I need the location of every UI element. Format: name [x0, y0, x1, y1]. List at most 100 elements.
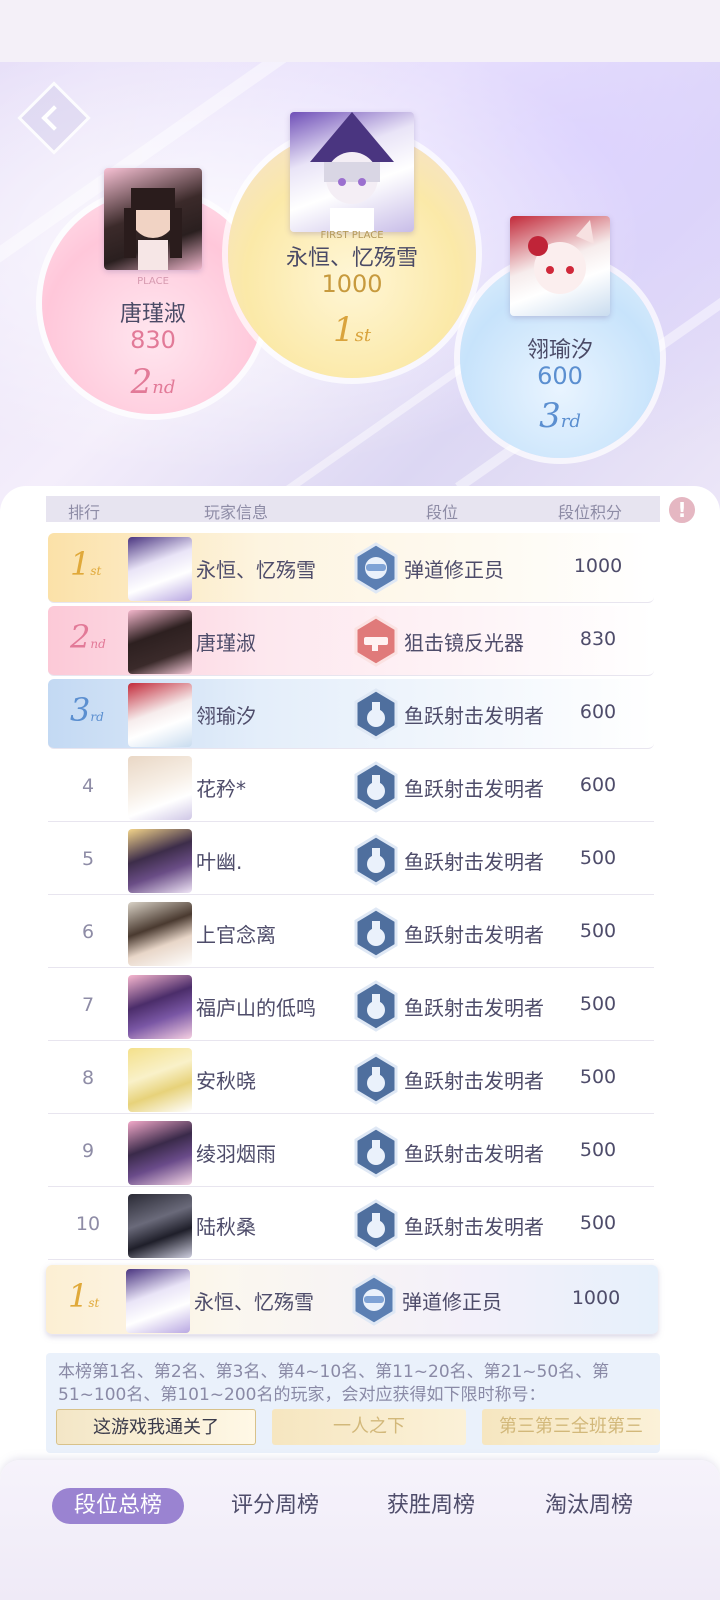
info-icon[interactable]: ! [667, 495, 697, 525]
rank-number: 7 [81, 994, 95, 1016]
table-row[interactable]: 2nd 唐瑾淑 狙击镜反光器 830 [48, 606, 654, 676]
table-row[interactable]: 1st 永恒、忆殇雪 弹道修正员 1000 [48, 533, 654, 603]
tier-flask-icon [354, 834, 398, 886]
tier-name: 鱼跃射击发明者 [404, 1142, 544, 1166]
avatar [510, 216, 610, 316]
table-row[interactable]: 6 上官念离 鱼跃射击发明者 500 [48, 898, 654, 968]
rank-medal: 3rd [70, 691, 104, 729]
row-score: 830 [579, 628, 617, 650]
tier-name: 鱼跃射击发明者 [404, 1215, 544, 1239]
header-tier: 段位 [426, 503, 459, 522]
avatar [104, 168, 202, 270]
row-score: 1000 [573, 555, 623, 577]
rank-medal: 1st [70, 545, 102, 583]
podium-name: 翎瑜汐 [526, 338, 593, 363]
avatar [128, 756, 192, 820]
tab-tier-overall[interactable]: 段位总榜 [52, 1488, 184, 1524]
player-name: 叶幽. [196, 850, 243, 874]
rank-number: 8 [81, 1067, 95, 1089]
podium-rank-badge: 2nd [130, 362, 176, 402]
tier-name: 鱼跃射击发明者 [404, 923, 544, 947]
avatar [128, 902, 192, 966]
avatar [128, 829, 192, 893]
row-score: 500 [579, 920, 617, 942]
title-badge[interactable]: 一人之下 [272, 1409, 466, 1445]
rank-number: 6 [81, 921, 95, 943]
podium-third[interactable]: 翎瑜汐 600 3rd [460, 216, 660, 458]
tier-flask-icon [354, 1199, 398, 1251]
avatar-portrait-icon [310, 112, 394, 232]
tier-flask-icon [354, 688, 398, 740]
avatar [128, 1121, 192, 1185]
player-name: 翎瑜汐 [196, 704, 256, 728]
avatar [128, 683, 192, 747]
header-rank: 排行 [68, 503, 101, 522]
tier-name: 弹道修正员 [404, 558, 504, 582]
tier-name: 狙击镜反光器 [404, 631, 524, 655]
row-score: 500 [579, 847, 617, 869]
my-rank-row[interactable]: 1st 永恒、忆殇雪 弹道修正员 1000 [46, 1265, 658, 1335]
rank-number: 10 [75, 1213, 101, 1235]
row-score: 500 [579, 1066, 617, 1088]
player-name: 唐瑾淑 [196, 631, 256, 655]
reward-notice: 本榜第1名、第2名、第3名、第4~10名、第11~20名、第21~50名、第51… [46, 1353, 660, 1453]
player-name: 永恒、忆殇雪 [194, 1290, 314, 1314]
row-score: 1000 [571, 1287, 621, 1309]
tab-eliminations-weekly[interactable]: 淘汰周榜 [524, 1488, 654, 1524]
bottom-tab-bar [0, 1460, 720, 1600]
table-row[interactable]: 8 安秋晓 鱼跃射击发明者 500 [48, 1044, 654, 1114]
tier-name: 鱼跃射击发明者 [404, 704, 544, 728]
podium-first[interactable]: FIRST PLACE 永恒、忆殇雪 1000 1st [228, 112, 476, 378]
tier-name: 鱼跃射击发明者 [404, 850, 544, 874]
podium-score: 1000 [321, 270, 383, 298]
row-score: 500 [579, 1212, 617, 1234]
title-badge[interactable]: 第三第三全班第三 [482, 1409, 660, 1445]
tier-flask-icon [354, 980, 398, 1032]
player-name: 上官念离 [196, 923, 276, 947]
tier-flask-icon [354, 907, 398, 959]
row-score: 600 [579, 701, 617, 723]
tab-score-weekly[interactable]: 评分周榜 [210, 1488, 340, 1524]
table-header: 排行 玩家信息 段位 段位积分 [46, 496, 660, 522]
table-row[interactable]: 7 福庐山的低鸣 鱼跃射击发明者 500 [48, 971, 654, 1041]
podium-rank-badge: 3rd [539, 396, 581, 436]
avatar [128, 537, 192, 601]
rank-number: 5 [81, 848, 95, 870]
avatar [128, 1048, 192, 1112]
rank-number: 9 [81, 1140, 95, 1162]
avatar [128, 975, 192, 1039]
tier-name: 鱼跃射击发明者 [404, 996, 544, 1020]
notice-text: 本榜第1名、第2名、第3名、第4~10名、第11~20名、第21~50名、第51… [58, 1362, 610, 1405]
tab-wins-weekly[interactable]: 获胜周榜 [366, 1488, 496, 1524]
player-name: 绫羽烟雨 [196, 1142, 276, 1166]
player-name: 福庐山的低鸣 [196, 996, 316, 1020]
rank-number: 4 [81, 775, 95, 797]
avatar [128, 1194, 192, 1258]
header-player: 玩家信息 [204, 503, 269, 522]
avatar [126, 1269, 190, 1333]
back-arrow-icon [41, 105, 67, 131]
row-score: 500 [579, 1139, 617, 1161]
player-name: 陆秋桑 [196, 1215, 256, 1239]
table-row[interactable]: 9 绫羽烟雨 鱼跃射击发明者 500 [48, 1117, 654, 1187]
tier-name: 鱼跃射击发明者 [404, 1069, 544, 1093]
tier-goggles-icon [352, 1274, 396, 1326]
table-row[interactable]: 4 花矜* 鱼跃射击发明者 600 [48, 752, 654, 822]
avatar-portrait-icon [528, 220, 594, 294]
header-points: 段位积分 [558, 503, 623, 522]
player-name: 安秋晓 [196, 1069, 256, 1093]
table-row[interactable]: 10 陆秋桑 鱼跃射击发明者 500 [48, 1190, 654, 1260]
table-row[interactable]: 3rd 翎瑜汐 鱼跃射击发明者 600 [48, 679, 654, 749]
tier-goggles-icon [354, 542, 398, 594]
tier-scope-icon [354, 615, 398, 667]
podium-score: 600 [537, 362, 583, 390]
row-score: 600 [579, 774, 617, 796]
table-row[interactable]: 5 叶幽. 鱼跃射击发明者 500 [48, 825, 654, 895]
avatar [290, 112, 414, 232]
status-bar [0, 0, 720, 62]
avatar [128, 610, 192, 674]
title-badge[interactable]: 这游戏我通关了 [56, 1409, 256, 1445]
row-score: 500 [579, 993, 617, 1015]
rank-medal: 2nd [70, 618, 106, 656]
rank-medal: 1st [68, 1277, 100, 1315]
